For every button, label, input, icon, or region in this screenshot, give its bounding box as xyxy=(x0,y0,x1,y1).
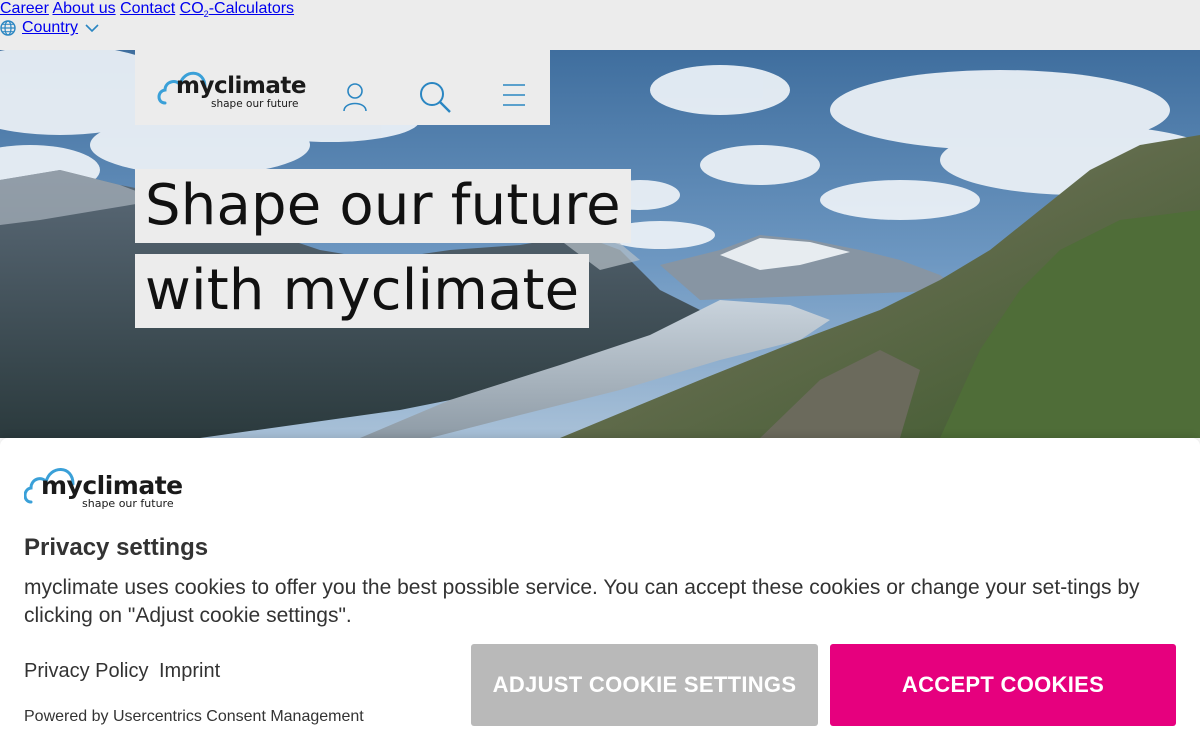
country-label: Country xyxy=(22,19,79,37)
nav-link-contact[interactable]: Contact xyxy=(120,0,175,17)
co2-suffix: -Calculators xyxy=(208,0,295,17)
nav-link-about-us[interactable]: About us xyxy=(52,0,115,17)
nav-link-co2-calculators[interactable]: CO2-Calculators xyxy=(179,0,295,19)
chevron-down-icon xyxy=(85,24,99,33)
accept-cookies-button[interactable]: ACCEPT COOKIES xyxy=(830,644,1176,726)
consent-logo: myclimate shape our future xyxy=(24,462,183,512)
top-utility-bar: Career About us Contact CO2-Calculators … xyxy=(0,0,1200,50)
consent-logo-name: myclimate xyxy=(41,471,183,500)
search-icon[interactable] xyxy=(418,80,452,114)
imprint-link[interactable]: Imprint xyxy=(159,660,220,683)
globe-icon xyxy=(0,20,16,36)
consent-description: myclimate uses cookies to offer you the … xyxy=(24,576,1140,627)
powered-by-text: Powered by Usercentrics Consent Manageme… xyxy=(24,708,364,725)
hero-headline-line-1: Shape our future xyxy=(135,169,631,243)
adjust-cookie-settings-button[interactable]: ADJUST COOKIE SETTINGS xyxy=(471,644,818,726)
consent-title: Privacy settings xyxy=(24,534,209,561)
menu-icon[interactable] xyxy=(503,83,525,107)
header-logo-name: myclimate xyxy=(176,73,306,99)
co2-prefix: CO xyxy=(179,0,204,17)
nav-link-career[interactable]: Career xyxy=(0,0,49,17)
consent-logo-tagline: shape our future xyxy=(82,497,174,510)
country-selector[interactable]: Country xyxy=(0,19,1200,37)
user-icon[interactable] xyxy=(342,82,368,112)
hero-headline-line-2: with myclimate xyxy=(135,254,590,328)
header-nav-box: myclimate shape our future xyxy=(135,50,550,125)
header-logo-tagline: shape our future xyxy=(211,98,299,110)
privacy-policy-link[interactable]: Privacy Policy xyxy=(24,660,148,683)
cookie-consent-banner: myclimate shape our future Privacy setti… xyxy=(0,438,1200,750)
header-logo[interactable]: myclimate shape our future xyxy=(157,65,306,111)
